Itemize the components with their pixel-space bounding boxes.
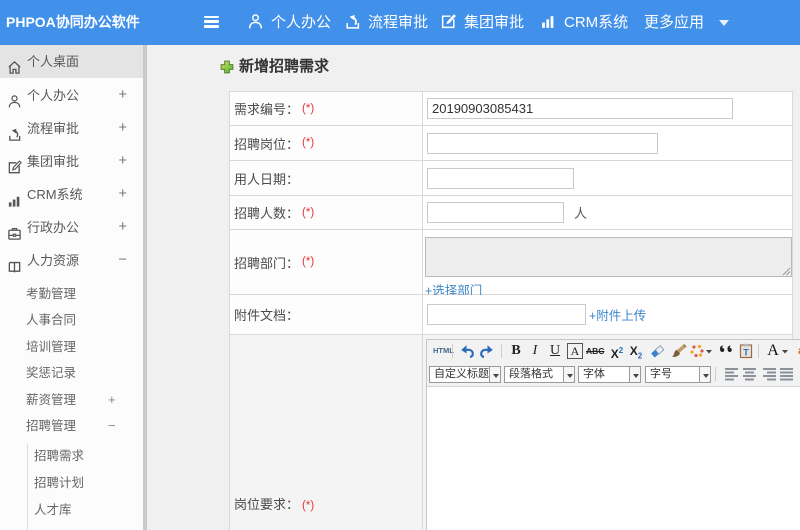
svg-text:T: T [743, 348, 749, 358]
